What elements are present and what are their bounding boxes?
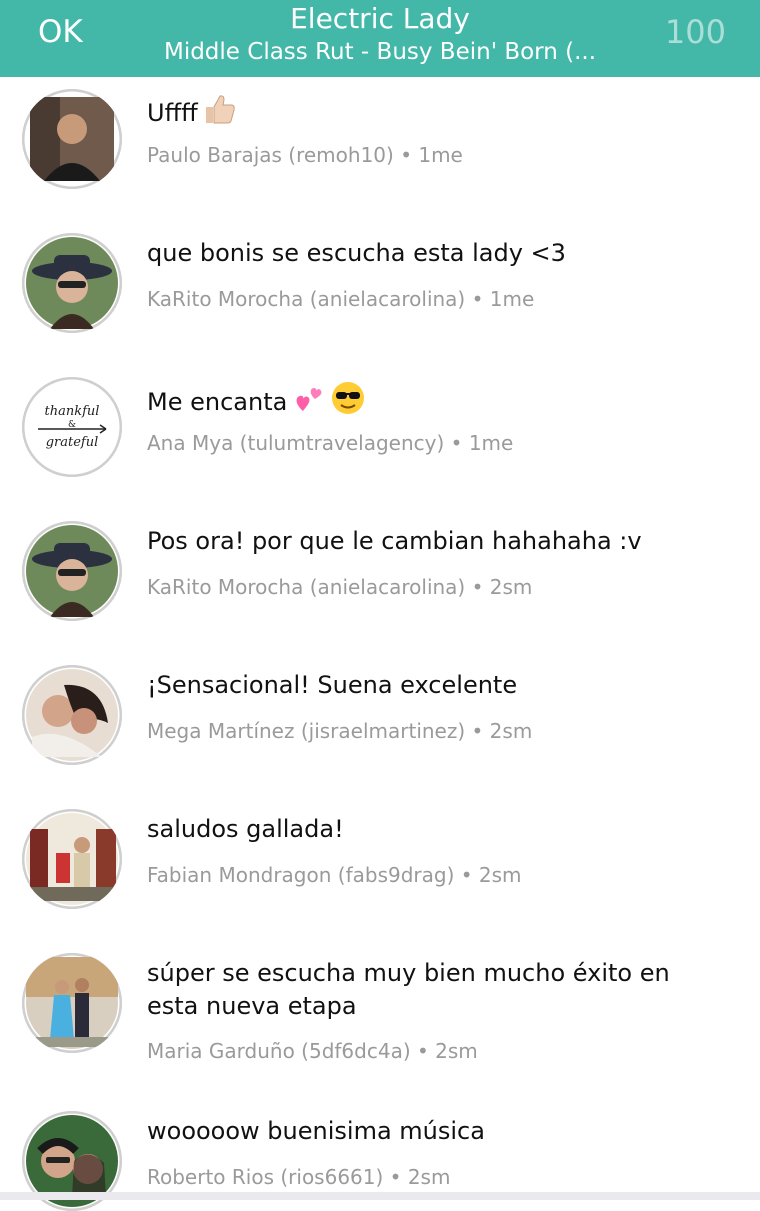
- page-title: Electric Lady: [290, 2, 470, 35]
- timestamp: 2sm: [489, 575, 533, 599]
- timestamp: 1me: [468, 431, 514, 455]
- avatar[interactable]: [22, 521, 122, 621]
- avatar[interactable]: [22, 665, 122, 765]
- comment-text: saludos gallada!: [147, 815, 344, 843]
- comment-meta: KaRito Morocha (anielacarolina) • 1me: [147, 287, 535, 311]
- navigation-bar: OK Electric Lady Middle Class Rut - Busy…: [0, 0, 760, 77]
- comment-item[interactable]: saludos gallada! Fabian Mondragon (fabs9…: [0, 797, 760, 941]
- bottom-edge: [0, 1192, 760, 1200]
- avatar[interactable]: [22, 809, 122, 909]
- timestamp: 2sm: [407, 1165, 451, 1189]
- comment-text: wooooow buenisima música: [147, 1117, 485, 1145]
- comment-count: 100: [664, 13, 726, 51]
- comment-meta: KaRito Morocha (anielacarolina) • 2sm: [147, 575, 533, 599]
- timestamp: 2sm: [489, 719, 533, 743]
- comment-meta: Ana Mya (tulumtravelagency) • 1me: [147, 431, 514, 455]
- author-name[interactable]: Ana Mya (tulumtravelagency): [147, 431, 444, 455]
- comment-item[interactable]: Pos ora! por que le cambian hahahaha :v …: [0, 509, 760, 653]
- comment-text: Pos ora! por que le cambian hahahaha :v: [147, 527, 642, 555]
- thumbs-up-icon: [202, 93, 236, 134]
- comment-item[interactable]: súper se escucha muy bien mucho éxito en…: [0, 941, 760, 1111]
- author-name[interactable]: Mega Martínez (jisraelmartinez): [147, 719, 465, 743]
- comment-item[interactable]: ¡Sensacional! Suena excelente Mega Martí…: [0, 653, 760, 797]
- author-name[interactable]: Paulo Barajas (remoh10): [147, 143, 394, 167]
- timestamp: 2sm: [435, 1039, 478, 1063]
- author-name[interactable]: Fabian Mondragon (fabs9drag): [147, 863, 454, 887]
- comment-meta: Paulo Barajas (remoh10) • 1me: [147, 143, 463, 167]
- avatar[interactable]: [22, 89, 122, 189]
- avatar[interactable]: [22, 233, 122, 333]
- comment-text: Me encanta: [147, 381, 727, 424]
- avatar-lettering: thankful: [45, 404, 100, 419]
- comment-text: súper se escucha muy bien mucho éxito en…: [147, 959, 670, 1020]
- track-subtitle: Middle Class Rut - Busy Bein' Born (...: [163, 39, 597, 65]
- avatar[interactable]: thankful & grateful: [22, 377, 122, 477]
- author-name[interactable]: KaRito Morocha (anielacarolina): [147, 575, 465, 599]
- comment-text: que bonis se escucha esta lady <3: [147, 239, 566, 267]
- comment-item[interactable]: Uffff Paulo Barajas (remoh10) • 1me: [0, 77, 760, 221]
- two-hearts-icon: [293, 385, 325, 424]
- sunglasses-face-icon: [331, 381, 365, 424]
- avatar[interactable]: [22, 953, 122, 1053]
- comment-item[interactable]: wooooow buenisima música Roberto Rios (r…: [0, 1111, 760, 1211]
- comment-meta: Fabian Mondragon (fabs9drag) • 2sm: [147, 863, 522, 887]
- author-name[interactable]: KaRito Morocha (anielacarolina): [147, 287, 465, 311]
- comment-text: ¡Sensacional! Suena excelente: [147, 671, 518, 699]
- avatar-lettering: grateful: [46, 435, 99, 450]
- comment-meta: Roberto Rios (rios6661) • 2sm: [147, 1165, 451, 1189]
- comment-meta: Mega Martínez (jisraelmartinez) • 2sm: [147, 719, 533, 743]
- author-name[interactable]: Roberto Rios (rios6661): [147, 1165, 383, 1189]
- timestamp: 2sm: [478, 863, 522, 887]
- comment-item[interactable]: que bonis se escucha esta lady <3 KaRito…: [0, 221, 760, 365]
- author-name[interactable]: Maria Garduño (5df6dc4a): [147, 1039, 411, 1063]
- timestamp: 1me: [418, 143, 463, 167]
- comment-meta: Maria Garduño (5df6dc4a) • 2sm: [147, 1039, 478, 1063]
- timestamp: 1me: [489, 287, 535, 311]
- comment-item[interactable]: thankful & grateful Me encanta Ana Mya (…: [0, 365, 760, 509]
- comment-text: Uffff: [147, 93, 727, 134]
